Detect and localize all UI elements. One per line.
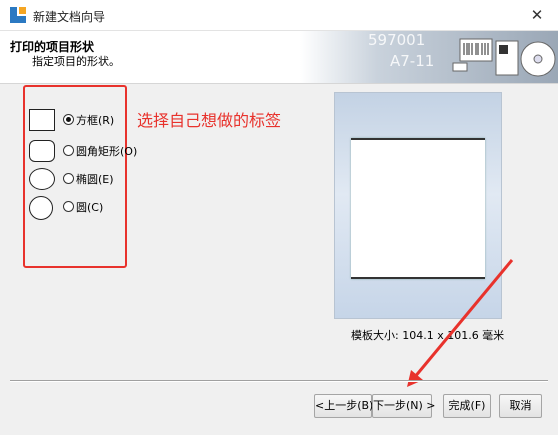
- ellipse-shape-icon: [29, 168, 55, 190]
- title-bar: 新建文档向导 ✕: [0, 0, 558, 31]
- annotation-text: 选择自己想做的标签: [137, 111, 282, 130]
- close-button[interactable]: ✕: [524, 5, 550, 25]
- label-preview-sheet: [351, 138, 485, 279]
- rectangle-shape-icon: [29, 109, 55, 131]
- radio-circle[interactable]: [63, 201, 74, 212]
- radio-label: 圆角矩形(O): [76, 145, 138, 158]
- label-preview: [334, 92, 502, 319]
- cancel-button[interactable]: 取消: [499, 394, 542, 418]
- back-button[interactable]: <上一步(B): [314, 394, 373, 418]
- circle-shape-icon: [29, 196, 53, 220]
- radio-rectangle[interactable]: [63, 114, 74, 125]
- next-button[interactable]: 下一步(N) >: [372, 394, 436, 418]
- app-logo-icon: [10, 7, 26, 23]
- banner-art-text-2: A7-11: [390, 52, 434, 70]
- step-description: 指定项目的形状。: [32, 55, 120, 68]
- banner-decoration-graphic: 597001 A7-11: [300, 31, 558, 83]
- window-title: 新建文档向导: [33, 10, 106, 24]
- radio-label: 方框(R): [76, 114, 115, 127]
- wizard-header: 打印的项目形状 指定项目的形状。 597001 A7-11: [0, 31, 558, 84]
- radio-rounded-rectangle[interactable]: [63, 145, 74, 156]
- radio-label: 圆(C): [76, 201, 104, 214]
- button-separator: [10, 380, 548, 382]
- radio-label: 椭圆(E): [76, 173, 114, 186]
- finish-button[interactable]: 完成(F): [443, 394, 491, 418]
- template-size-text: 模板大小: 104.1 x 101.6 毫米: [351, 329, 505, 342]
- radio-ellipse[interactable]: [63, 173, 74, 184]
- rounded-rectangle-shape-icon: [29, 140, 55, 162]
- banner-art-text-1: 597001: [368, 31, 425, 49]
